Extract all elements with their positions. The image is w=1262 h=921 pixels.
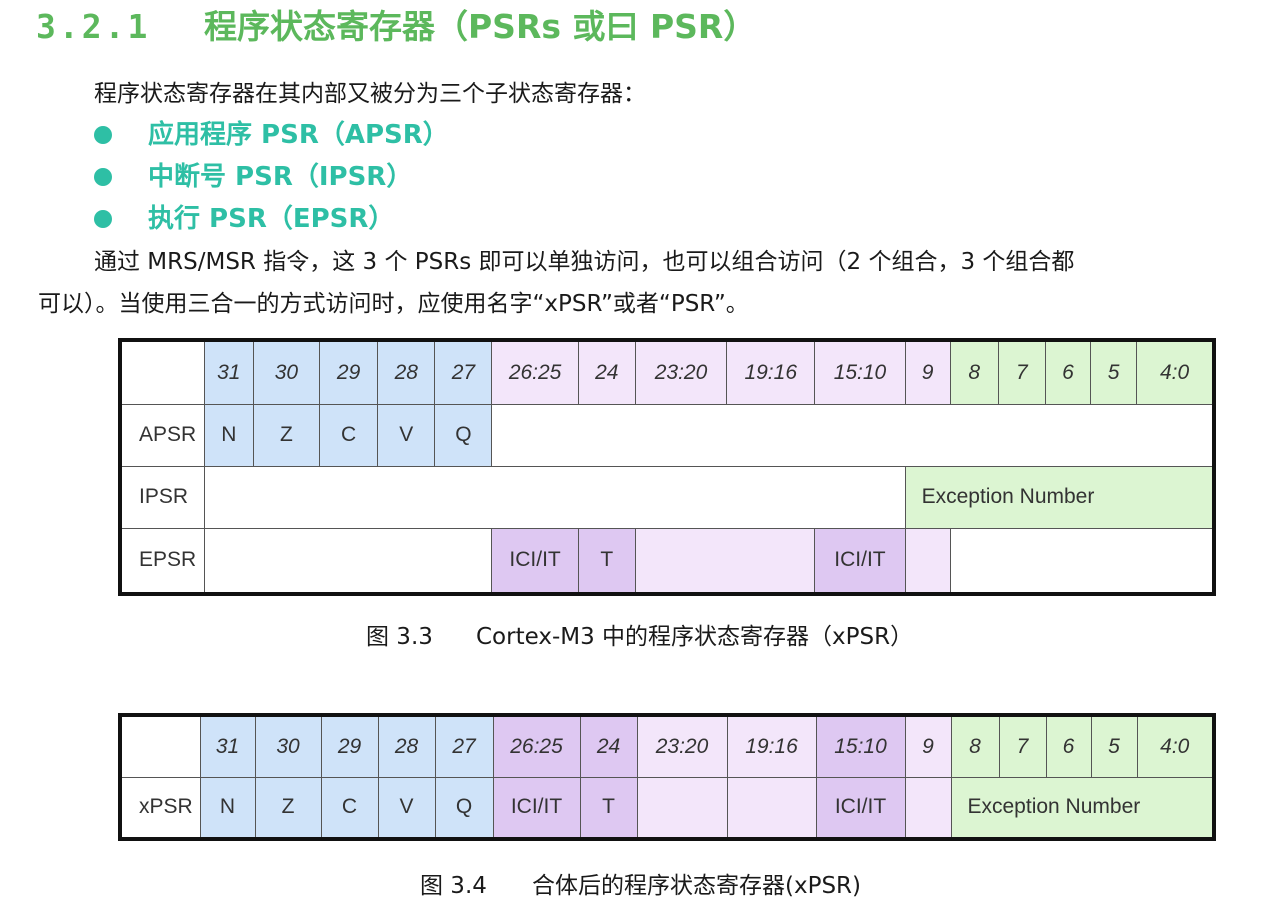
bullet-label: 应用程序 PSR（APSR） xyxy=(148,120,449,150)
bit-header: 23:20 xyxy=(634,339,728,405)
bit-header: 9 xyxy=(904,339,951,405)
list-item: 中断号 PSR（IPSR） xyxy=(94,156,412,196)
figure-number: 图 3.4 xyxy=(420,873,487,899)
flag-n: N xyxy=(203,403,254,467)
ici-it-field: ICI/IT xyxy=(815,776,906,840)
ici-it-field: ICI/IT xyxy=(492,776,581,840)
ipsr-reserved xyxy=(203,465,906,529)
bit-header-row: 31 30 29 28 27 26:25 24 23:20 19:16 15:1… xyxy=(119,339,1215,405)
flag-c: C xyxy=(320,776,379,840)
exception-number: Exception Number xyxy=(950,776,1215,840)
ici-it-field: ICI/IT xyxy=(814,527,906,595)
epsr-reserved-mid xyxy=(634,527,816,595)
reserved-19-16 xyxy=(726,776,817,840)
bit-header-row: 31 30 29 28 27 26:25 24 23:20 19:16 15:1… xyxy=(119,714,1215,778)
row-label: APSR xyxy=(119,403,205,467)
bit-header: 31 xyxy=(199,714,256,778)
bullet-icon xyxy=(94,168,112,186)
bit-header: 8 xyxy=(949,339,999,405)
bit-header: 15:10 xyxy=(815,714,906,778)
body-line-1: 通过 MRS/MSR 指令，这 3 个 PSRs 即可以单独访问，也可以组合访问… xyxy=(94,249,1075,275)
bit-header: 24 xyxy=(579,714,638,778)
list-item: 执行 PSR（EPSR） xyxy=(94,198,394,238)
apsr-row: APSR N Z C V Q xyxy=(119,403,1215,467)
intro-text: 程序状态寄存器在其内部又被分为三个子状态寄存器： xyxy=(94,81,646,107)
flag-q: Q xyxy=(434,776,494,840)
bit-header: 26:25 xyxy=(491,339,579,405)
bit-header: 4:0 xyxy=(1136,339,1215,405)
flag-z: Z xyxy=(252,403,321,467)
row-label: IPSR xyxy=(119,465,205,529)
flag-c: C xyxy=(319,403,379,467)
bit-header: 7 xyxy=(998,714,1047,778)
section-heading: 3.2.1 程序状态寄存器（PSRs 或曰 PSR） xyxy=(36,0,757,46)
corner-cell xyxy=(119,714,201,778)
flag-z: Z xyxy=(254,776,322,840)
bit-header: 23:20 xyxy=(636,714,728,778)
bit-header: 5 xyxy=(1090,339,1138,405)
figure-number: 图 3.3 xyxy=(366,624,433,650)
bit-header: 7 xyxy=(997,339,1046,405)
figure-caption: 图 3.4 合体后的程序状态寄存器(xPSR) xyxy=(420,866,861,900)
flag-v: V xyxy=(377,403,436,467)
bit-header: 19:16 xyxy=(726,714,817,778)
xpsr-table: 31 30 29 28 27 26:25 24 23:20 19:16 15:1… xyxy=(118,713,1216,841)
bit-header: 29 xyxy=(320,714,379,778)
list-item: 应用程序 PSR（APSR） xyxy=(94,114,449,154)
exception-number: Exception Number xyxy=(904,465,1215,529)
bullet-label: 中断号 PSR（IPSR） xyxy=(148,162,413,192)
t-bit: T xyxy=(577,527,636,595)
epsr-reserved xyxy=(203,527,493,595)
epsr-reserved-low xyxy=(949,527,1215,595)
figure-title: 合体后的程序状态寄存器(xPSR) xyxy=(532,873,862,899)
bit-header: 27 xyxy=(434,339,493,405)
bit-header: 30 xyxy=(254,714,322,778)
corner-cell xyxy=(119,339,205,405)
bit-header: 4:0 xyxy=(1136,714,1215,778)
bit-header: 31 xyxy=(203,339,254,405)
row-label: xPSR xyxy=(119,776,201,840)
bit-header: 6 xyxy=(1045,714,1092,778)
apsr-reserved xyxy=(491,403,1215,467)
section-number: 3.2.1 xyxy=(36,7,151,46)
flag-q: Q xyxy=(434,403,493,467)
row-label: EPSR xyxy=(119,527,205,595)
section-title: 程序状态寄存器（PSRs 或曰 PSR） xyxy=(204,7,757,46)
bit9 xyxy=(904,776,952,840)
bit-header: 9 xyxy=(904,714,952,778)
bit-header: 28 xyxy=(377,339,436,405)
ipsr-row: IPSR Exception Number xyxy=(119,465,1215,529)
bit-header: 26:25 xyxy=(492,714,581,778)
bit-header: 19:16 xyxy=(726,339,816,405)
epsr-row: EPSR ICI/IT T ICI/IT xyxy=(119,527,1215,595)
t-bit: T xyxy=(579,776,638,840)
bit-header: 6 xyxy=(1044,339,1092,405)
bit-header: 30 xyxy=(252,339,321,405)
bit-header: 24 xyxy=(577,339,636,405)
bit-header: 5 xyxy=(1090,714,1138,778)
bit-header: 15:10 xyxy=(814,339,906,405)
bit-header: 29 xyxy=(319,339,379,405)
bit-header: 28 xyxy=(377,714,436,778)
epsr-bit9 xyxy=(904,527,951,595)
psr-table: 31 30 29 28 27 26:25 24 23:20 19:16 15:1… xyxy=(118,338,1216,596)
ici-it-field: ICI/IT xyxy=(491,527,579,595)
flag-n: N xyxy=(199,776,256,840)
body-line-2: 可以）。当使用三合一的方式访问时，应使用名字“xPSR”或者“PSR”。 xyxy=(38,291,749,317)
flag-v: V xyxy=(377,776,436,840)
bit-header: 8 xyxy=(950,714,1000,778)
bullet-icon xyxy=(94,126,112,144)
figure-title: Cortex-M3 中的程序状态寄存器（xPSR） xyxy=(476,624,914,650)
reserved-23-20 xyxy=(636,776,728,840)
bullet-label: 执行 PSR（EPSR） xyxy=(148,204,395,234)
bullet-icon xyxy=(94,210,112,228)
xpsr-row: xPSR N Z C V Q ICI/IT T ICI/IT Exception… xyxy=(119,776,1215,840)
bit-header: 27 xyxy=(434,714,494,778)
figure-caption: 图 3.3 Cortex-M3 中的程序状态寄存器（xPSR） xyxy=(366,617,913,651)
